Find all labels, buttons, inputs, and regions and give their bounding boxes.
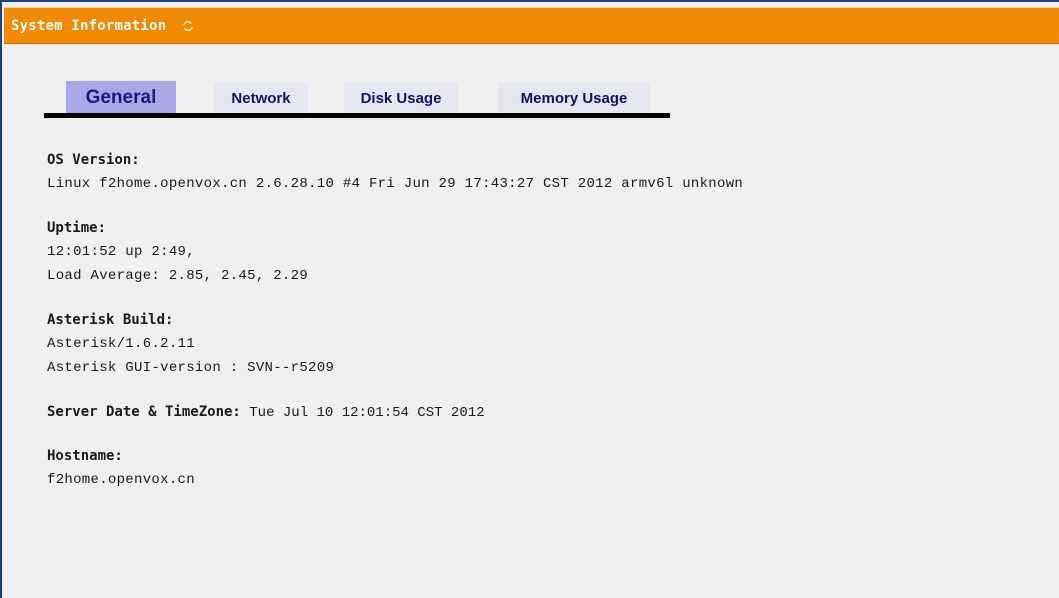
- tab-disk-usage[interactable]: Disk Usage: [344, 83, 458, 113]
- panel-title: System Information: [11, 17, 167, 34]
- asterisk-build-label: Asterisk Build:: [47, 312, 174, 328]
- tab-bar: General Network Disk Usage Memory Usage: [44, 81, 670, 118]
- server-date-label: Server Date & TimeZone:: [47, 404, 241, 420]
- os-version-value: Linux f2home.openvox.cn 2.6.28.10 #4 Fri…: [47, 176, 744, 192]
- asterisk-gui-version-value: Asterisk GUI-version : SVN--r5209: [47, 360, 335, 376]
- uptime-value: 12:01:52 up 2:49,: [47, 244, 195, 260]
- tab-underline: [44, 113, 670, 118]
- refresh-icon[interactable]: [180, 18, 196, 34]
- system-information-panel: System Information General Network Disk …: [0, 0, 1059, 598]
- load-average-value: Load Average: 2.85, 2.45, 2.29: [47, 268, 309, 284]
- general-info-content: OS Version: Linux f2home.openvox.cn 2.6.…: [47, 148, 1047, 492]
- os-version-label: OS Version:: [47, 152, 140, 168]
- tab-network[interactable]: Network: [214, 83, 308, 113]
- hostname-label: Hostname:: [47, 448, 123, 464]
- hostname-value: f2home.openvox.cn: [47, 472, 195, 488]
- tab-general[interactable]: General: [66, 81, 176, 114]
- server-date-row: Server Date & TimeZone: Tue Jul 10 12:01…: [47, 400, 1047, 424]
- tab-memory-usage[interactable]: Memory Usage: [498, 83, 650, 113]
- server-date-value: Tue Jul 10 12:01:54 CST 2012: [249, 405, 485, 421]
- uptime-label: Uptime:: [47, 220, 107, 236]
- panel-title-bar: System Information: [4, 7, 1059, 44]
- asterisk-version-value: Asterisk/1.6.2.11: [47, 336, 195, 352]
